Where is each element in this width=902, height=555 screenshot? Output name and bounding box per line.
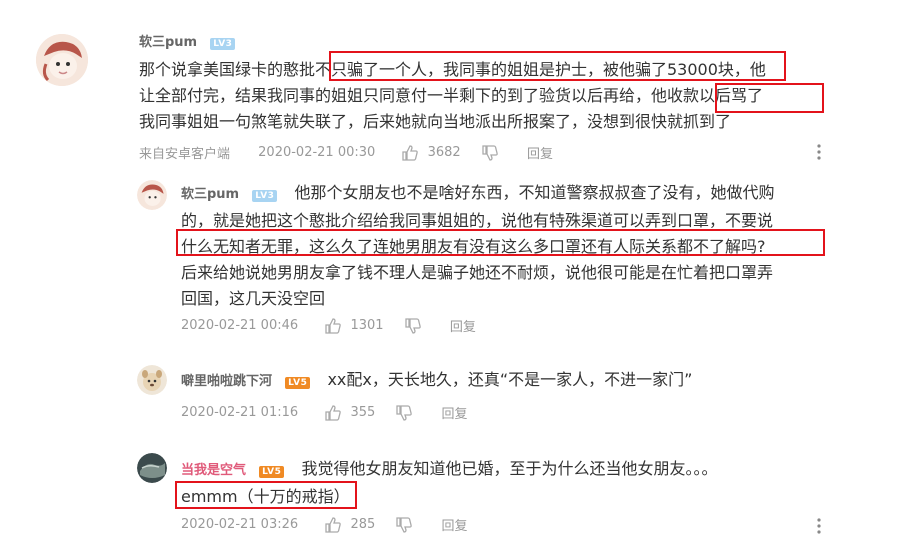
avatar[interactable]	[137, 365, 167, 395]
dislike-button[interactable]	[395, 516, 413, 534]
highlight-box	[176, 229, 825, 256]
thumbs-up-icon	[325, 404, 342, 421]
username[interactable]: 噼里啪啦跳下河	[181, 374, 272, 389]
more-options-icon[interactable]	[816, 517, 822, 539]
comment-meta: 2020-02-21 01:16 355 回复	[181, 403, 468, 422]
thumbs-up-icon	[402, 144, 419, 161]
timestamp: 2020-02-21 03:26	[181, 517, 299, 532]
level-badge: LV5	[259, 466, 285, 478]
level-badge: LV5	[285, 377, 311, 389]
comment-meta: 来自安卓客户端 2020-02-21 00:30 3682 回复	[139, 143, 553, 162]
avatar[interactable]	[36, 34, 88, 86]
reply-button[interactable]: 回复	[442, 403, 468, 422]
thumbs-down-icon	[396, 404, 413, 421]
like-count: 3682	[427, 145, 461, 160]
timestamp: 2020-02-21 00:30	[258, 145, 376, 160]
level-badge: LV3	[210, 38, 236, 50]
comment-text-line: xx配x，天长地久，还真“不是一家人，不进一家门”	[327, 370, 693, 389]
username[interactable]: 软三pum	[181, 187, 239, 202]
comment-text-line: 回国，这几天没空回	[181, 289, 326, 308]
like-button[interactable]: 1301	[324, 317, 384, 335]
thumbs-down-icon	[482, 144, 498, 161]
like-button[interactable]: 3682	[401, 144, 461, 162]
avatar[interactable]	[137, 453, 167, 483]
thumbs-up-icon	[325, 516, 342, 533]
thumbs-up-icon	[325, 317, 342, 334]
dislike-button[interactable]	[481, 144, 499, 162]
comment-text-line: 后来给她说她男朋友拿了钱不理人是骗子她还不耐烦，说他很可能是在忙着把口罩弄	[181, 263, 774, 282]
highlight-box	[715, 83, 824, 113]
thumbs-down-icon	[396, 516, 413, 533]
comment-text-line: 他那个女朋友也不是啥好东西，不知道警察叔叔查了没有，她做代购	[294, 183, 775, 202]
timestamp: 2020-02-21 01:16	[181, 405, 299, 420]
avatar[interactable]	[137, 180, 167, 210]
dislike-button[interactable]	[395, 404, 413, 422]
reply-button[interactable]: 回复	[442, 515, 468, 534]
comment-text-line: 我觉得他女朋友知道他已婚，至于为什么还当他女朋友。。。	[301, 459, 718, 478]
like-count: 355	[350, 405, 376, 420]
highlight-box	[175, 481, 357, 509]
like-button[interactable]: 355	[324, 404, 375, 422]
level-badge: LV3	[252, 190, 278, 202]
comment-meta: 2020-02-21 00:46 1301 回复	[181, 316, 476, 335]
highlight-box	[329, 51, 786, 81]
reply-button[interactable]: 回复	[450, 316, 476, 335]
more-options-icon[interactable]	[816, 143, 822, 165]
like-count: 285	[350, 517, 376, 532]
timestamp: 2020-02-21 00:46	[181, 318, 299, 333]
like-button[interactable]: 285	[324, 516, 375, 534]
like-count: 1301	[350, 318, 384, 333]
username[interactable]: 软三pum	[139, 35, 197, 50]
thumbs-down-icon	[405, 317, 421, 334]
comment-meta: 2020-02-21 03:26 285 回复	[181, 515, 468, 534]
client-source: 来自安卓客户端	[139, 147, 231, 162]
dislike-button[interactable]	[404, 317, 422, 335]
username[interactable]: 当我是空气	[181, 463, 246, 478]
reply-button[interactable]: 回复	[527, 143, 553, 162]
